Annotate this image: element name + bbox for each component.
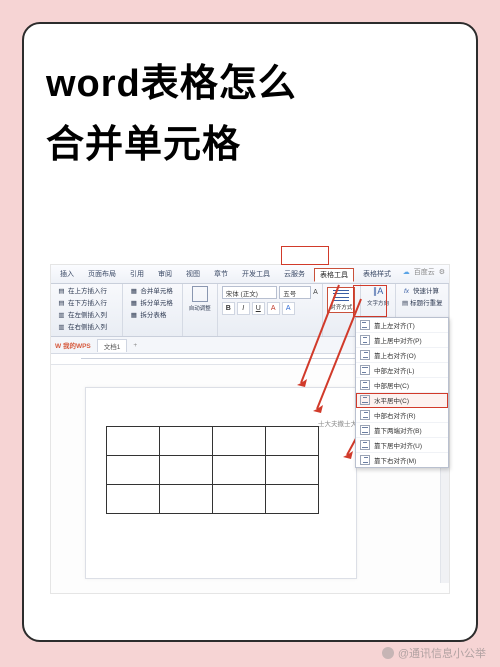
split-cells-button[interactable]: ▦拆分单元格 xyxy=(127,298,177,309)
card-frame: word表格怎么 合并单元格 插入 页面布局 引用 审阅 视图 章节 开发工具 … xyxy=(22,22,478,642)
wps-screenshot: 插入 页面布局 引用 审阅 视图 章节 开发工具 云服务 表格工具 表格样式 ☁… xyxy=(50,264,450,594)
align-bottom-right-icon xyxy=(360,455,370,465)
ribbon-body: ▤在上方插入行 ▤在下方插入行 ▥在左侧插入列 ▥在右侧插入列 ▦合并单元格 ▦… xyxy=(51,284,449,337)
align-bottom-justify[interactable]: 靠下两端对齐(B) xyxy=(356,423,448,438)
align-bottom-center-icon xyxy=(360,440,370,450)
watermark-avatar-icon xyxy=(382,647,394,659)
title-repeat-icon: ▤ xyxy=(402,299,408,308)
align-bottom-right[interactable]: 靠下右对齐(M) xyxy=(356,453,448,467)
autofit-button[interactable]: 自动调整 xyxy=(187,286,213,315)
alignment-dropdown-menu: 靠上左对齐(T) 靠上居中对齐(P) 靠上右对齐(O) 中部左对齐(L) 中部居… xyxy=(355,317,449,468)
autofit-icon xyxy=(192,286,208,302)
cloud-label: 百度云 xyxy=(414,267,435,277)
watermark: @通讯信息小公举 xyxy=(382,645,486,661)
align-middle-left-icon xyxy=(360,365,370,375)
annotation-red-box-tab xyxy=(281,246,329,265)
tab-references[interactable]: 引用 xyxy=(125,268,149,280)
tab-developer[interactable]: 开发工具 xyxy=(237,268,275,280)
insert-row-above-button[interactable]: ▤在上方插入行 xyxy=(55,286,118,297)
tab-table-tools[interactable]: 表格工具 xyxy=(314,268,354,282)
tab-table-style[interactable]: 表格样式 xyxy=(358,268,396,280)
bold-button[interactable]: B xyxy=(222,302,235,315)
align-bottom-center[interactable]: 靠下居中对齐(U) xyxy=(356,438,448,453)
merge-cells-button[interactable]: ▦合并单元格 xyxy=(127,286,177,297)
align-top-right[interactable]: 靠上右对齐(O) xyxy=(356,348,448,363)
highlight-button[interactable]: A xyxy=(282,302,295,315)
fx-button[interactable]: fx快速计算 xyxy=(400,286,444,297)
italic-button[interactable]: I xyxy=(237,302,250,315)
insert-row-below-button[interactable]: ▤在下方插入行 xyxy=(55,298,118,309)
tab-page-layout[interactable]: 页面布局 xyxy=(83,268,121,280)
align-middle-right-icon xyxy=(360,410,370,420)
wps-home-tab[interactable]: W 我的WPS xyxy=(55,340,91,350)
gear-icon[interactable]: ⚙ xyxy=(439,268,445,276)
group-merge: ▦合并单元格 ▦拆分单元格 ▦拆分表格 xyxy=(123,284,182,336)
align-top-left-icon xyxy=(360,320,370,330)
fx-icon: fx xyxy=(402,287,411,296)
split-cells-icon: ▦ xyxy=(129,299,138,308)
insert-row-above-icon: ▤ xyxy=(57,287,66,296)
align-top-right-icon xyxy=(360,350,370,360)
insert-col-right-button[interactable]: ▥在右侧插入列 xyxy=(55,322,109,333)
watermark-text: @通讯信息小公举 xyxy=(398,645,486,661)
align-middle-left[interactable]: 中部左对齐(L) xyxy=(356,363,448,378)
align-top-center-icon xyxy=(360,335,370,345)
insert-col-left-icon: ▥ xyxy=(57,311,66,320)
split-table-button[interactable]: ▦拆分表格 xyxy=(127,310,177,321)
align-top-left[interactable]: 靠上左对齐(T) xyxy=(356,318,448,333)
align-horizontal-center[interactable]: 水平居中(C) xyxy=(356,393,448,408)
align-top-center[interactable]: 靠上居中对齐(P) xyxy=(356,333,448,348)
group-autofit: 自动调整 xyxy=(183,284,218,336)
text-direction-icon: ∥A xyxy=(373,286,384,297)
tab-review[interactable]: 审阅 xyxy=(153,268,177,280)
title-row-repeat-button[interactable]: ▤标题行重复 xyxy=(400,298,444,309)
insert-col-right-icon: ▥ xyxy=(57,323,66,332)
tutorial-title: word表格怎么 合并单元格 xyxy=(24,24,476,186)
align-horizontal-center-icon xyxy=(360,395,370,405)
ribbon-tabs: 插入 页面布局 引用 审阅 视图 章节 开发工具 云服务 表格工具 表格样式 ☁… xyxy=(51,265,449,284)
cloud-icon[interactable]: ☁ xyxy=(403,268,410,276)
tab-chapter[interactable]: 章节 xyxy=(209,268,233,280)
title-line-1: word表格怎么 xyxy=(46,54,454,115)
new-tab-button[interactable]: + xyxy=(133,342,137,349)
group-insert-rows-cols: ▤在上方插入行 ▤在下方插入行 ▥在左侧插入列 ▥在右侧插入列 xyxy=(51,284,123,336)
ribbon-right-controls: ☁ 百度云 ⚙ xyxy=(403,267,445,277)
align-middle-center-icon xyxy=(360,380,370,390)
document-tab[interactable]: 文档1 xyxy=(97,339,128,352)
word-table[interactable] xyxy=(106,426,319,514)
align-bottom-justify-icon xyxy=(360,425,370,435)
title-line-2: 合并单元格 xyxy=(46,115,454,176)
insert-row-below-icon: ▤ xyxy=(57,299,66,308)
underline-button[interactable]: U xyxy=(252,302,265,315)
align-middle-right[interactable]: 中部右对齐(R) xyxy=(356,408,448,423)
tab-view[interactable]: 视图 xyxy=(181,268,205,280)
tab-insert[interactable]: 插入 xyxy=(55,268,79,280)
split-table-icon: ▦ xyxy=(129,311,138,320)
insert-col-left-button[interactable]: ▥在左侧插入列 xyxy=(55,310,109,321)
tab-cloud[interactable]: 云服务 xyxy=(279,268,310,280)
font-color-button[interactable]: A xyxy=(267,302,280,315)
merge-cells-icon: ▦ xyxy=(129,287,138,296)
align-middle-center[interactable]: 中部居中(C) xyxy=(356,378,448,393)
font-name-select[interactable]: 宋体 (正文) xyxy=(222,286,278,299)
